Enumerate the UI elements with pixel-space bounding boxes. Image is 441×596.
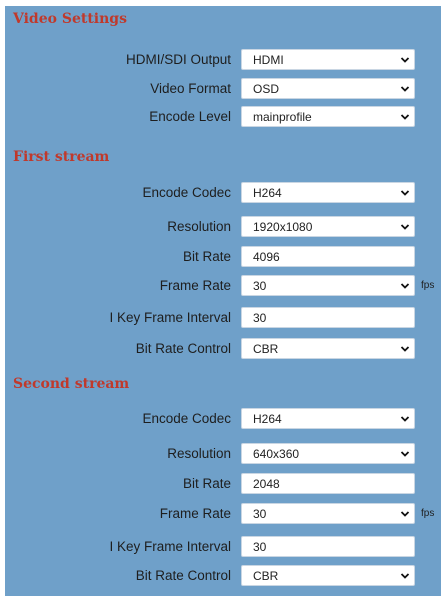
second-key-frame-interval-row: I Key Frame Interval 30	[5, 536, 441, 558]
first-resolution-select[interactable]: 1920x1080	[241, 216, 415, 237]
first-resolution-value: 1920x1080	[253, 220, 313, 234]
chevron-down-icon	[400, 416, 410, 422]
second-encode-codec-value: H264	[253, 412, 282, 426]
video-format-select[interactable]: OSD	[241, 78, 415, 99]
second-encode-codec-row: Encode Codec H264	[5, 408, 441, 430]
second-bit-rate-control-label: Bit Rate Control	[135, 568, 231, 583]
second-frame-rate-label: Frame Rate	[159, 506, 231, 521]
video-settings-heading: Video Settings	[13, 11, 127, 27]
second-frame-rate-select[interactable]: 30	[241, 503, 415, 524]
second-key-frame-interval-value: 30	[253, 540, 267, 554]
second-bit-rate-value: 2048	[253, 477, 280, 491]
first-bit-rate-value: 4096	[253, 250, 280, 264]
first-bit-rate-control-value: CBR	[253, 342, 279, 356]
second-bit-rate-label: Bit Rate	[182, 476, 231, 491]
first-bit-rate-label: Bit Rate	[182, 249, 231, 264]
encode-level-row: Encode Level mainprofile	[5, 106, 441, 128]
first-key-frame-interval-row: I Key Frame Interval 30	[5, 307, 441, 329]
first-frame-rate-select[interactable]: 30	[241, 275, 415, 296]
first-encode-codec-select[interactable]: H264	[241, 182, 415, 203]
chevron-down-icon	[400, 114, 410, 120]
first-stream-heading: First stream	[13, 149, 110, 165]
first-key-frame-interval-value: 30	[253, 311, 267, 325]
second-resolution-row: Resolution 640x360	[5, 443, 441, 465]
second-key-frame-interval-input[interactable]: 30	[241, 536, 415, 557]
hdmi-sdi-output-row: HDMI/SDI Output HDMI	[5, 49, 441, 71]
chevron-down-icon	[400, 190, 410, 196]
second-resolution-select[interactable]: 640x360	[241, 443, 415, 464]
first-bit-rate-control-label: Bit Rate Control	[135, 341, 231, 356]
first-frame-rate-label: Frame Rate	[159, 278, 231, 293]
first-frame-rate-value: 30	[253, 279, 267, 293]
second-frame-rate-unit: fps	[421, 508, 435, 519]
second-encode-codec-label: Encode Codec	[142, 411, 231, 426]
chevron-down-icon	[400, 57, 410, 63]
chevron-down-icon	[400, 511, 410, 517]
video-settings-panel: Video Settings HDMI/SDI Output HDMI Vide…	[5, 6, 441, 596]
chevron-down-icon	[400, 451, 410, 457]
encode-level-label: Encode Level	[149, 109, 231, 124]
first-resolution-row: Resolution 1920x1080	[5, 216, 441, 238]
video-format-value: OSD	[253, 82, 280, 96]
second-bit-rate-control-select[interactable]: CBR	[241, 565, 415, 586]
chevron-down-icon	[400, 224, 410, 230]
video-format-row: Video Format OSD	[5, 78, 441, 100]
first-key-frame-interval-label: I Key Frame Interval	[109, 310, 231, 325]
first-resolution-label: Resolution	[167, 219, 231, 234]
hdmi-sdi-output-value: HDMI	[253, 53, 284, 67]
hdmi-sdi-output-select[interactable]: HDMI	[241, 49, 415, 70]
hdmi-sdi-output-label: HDMI/SDI Output	[125, 52, 231, 67]
second-frame-rate-row: Frame Rate 30 fps	[5, 503, 441, 525]
second-encode-codec-select[interactable]: H264	[241, 408, 415, 429]
first-bit-rate-control-select[interactable]: CBR	[241, 338, 415, 359]
chevron-down-icon	[400, 346, 410, 352]
video-format-label: Video Format	[150, 81, 231, 96]
first-bit-rate-control-row: Bit Rate Control CBR	[5, 338, 441, 360]
second-bit-rate-control-value: CBR	[253, 569, 279, 583]
first-encode-codec-label: Encode Codec	[142, 185, 231, 200]
first-frame-rate-unit: fps	[421, 280, 435, 291]
chevron-down-icon	[400, 573, 410, 579]
chevron-down-icon	[400, 283, 410, 289]
first-encode-codec-row: Encode Codec H264	[5, 182, 441, 204]
second-stream-heading: Second stream	[13, 376, 130, 392]
first-encode-codec-value: H264	[253, 186, 282, 200]
second-resolution-label: Resolution	[167, 446, 231, 461]
first-bit-rate-input[interactable]: 4096	[241, 246, 415, 267]
first-key-frame-interval-input[interactable]: 30	[241, 307, 415, 328]
first-frame-rate-row: Frame Rate 30 fps	[5, 275, 441, 297]
second-bit-rate-input[interactable]: 2048	[241, 473, 415, 494]
chevron-down-icon	[400, 86, 410, 92]
second-frame-rate-value: 30	[253, 507, 267, 521]
encode-level-value: mainprofile	[253, 110, 312, 124]
second-bit-rate-control-row: Bit Rate Control CBR	[5, 565, 441, 587]
second-bit-rate-row: Bit Rate 2048	[5, 473, 441, 495]
second-resolution-value: 640x360	[253, 447, 300, 461]
second-key-frame-interval-label: I Key Frame Interval	[109, 539, 231, 554]
encode-level-select[interactable]: mainprofile	[241, 106, 415, 127]
first-bit-rate-row: Bit Rate 4096	[5, 246, 441, 268]
